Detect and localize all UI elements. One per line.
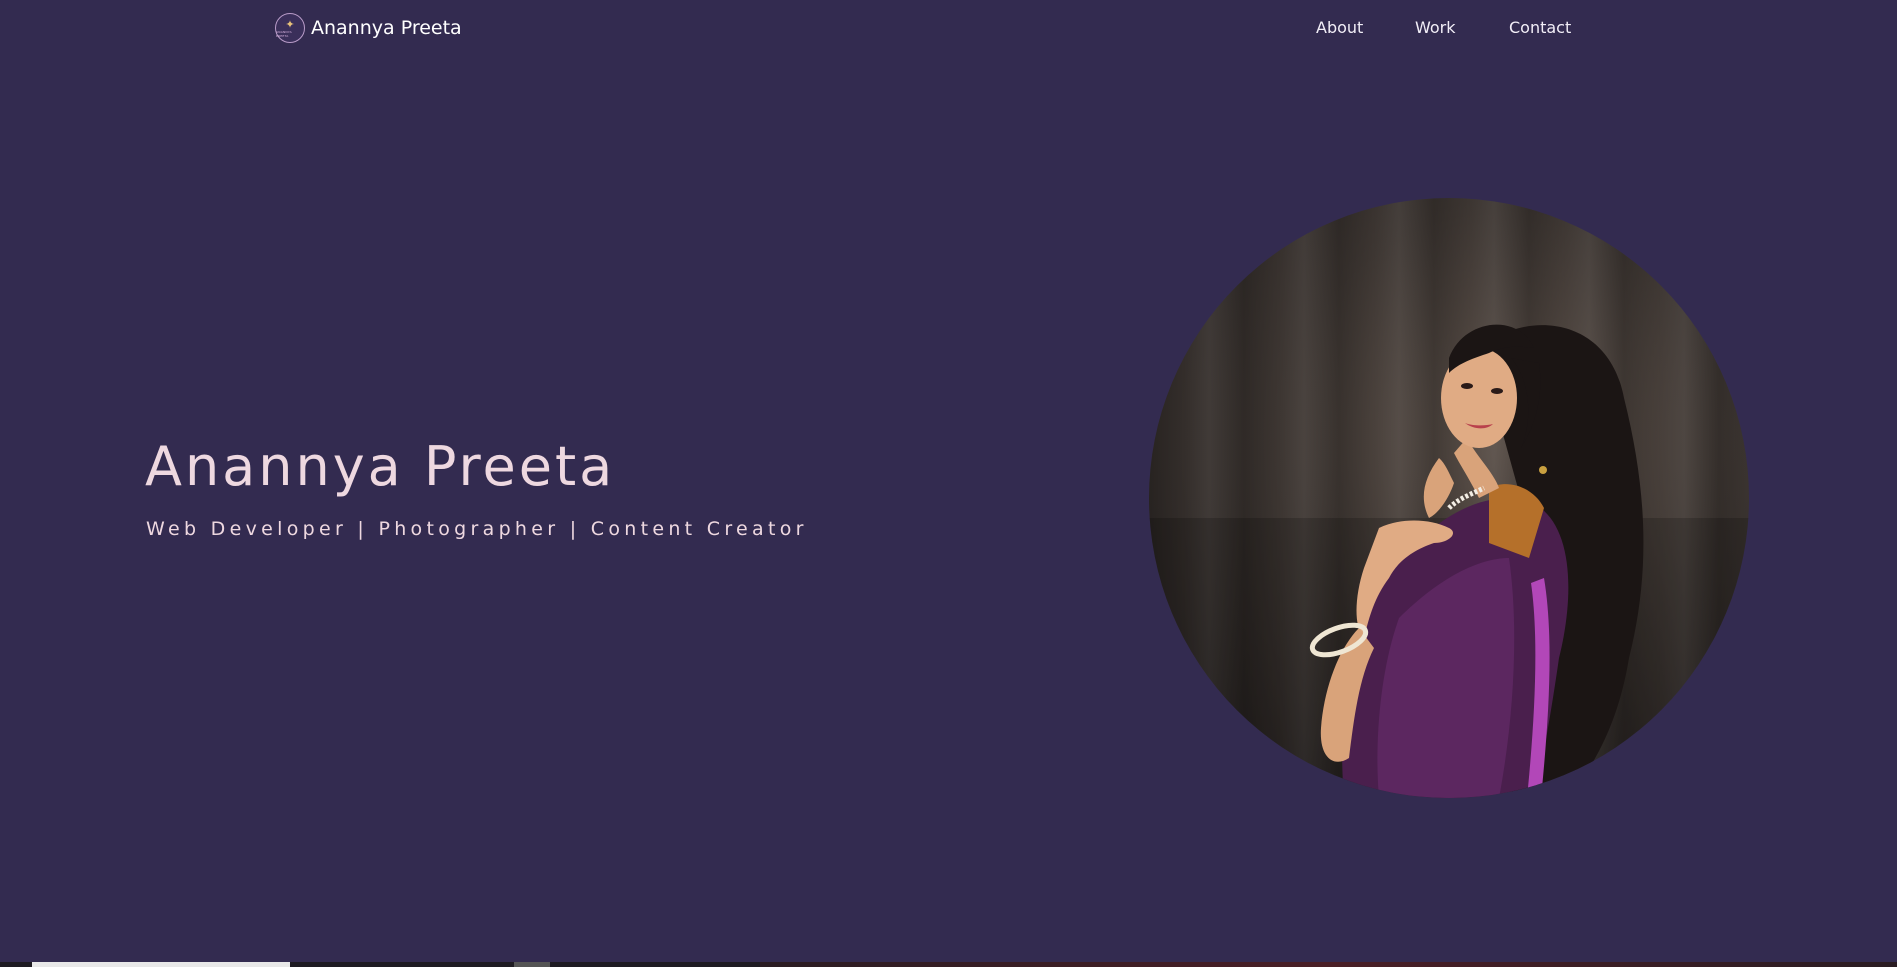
bottom-strip [0, 962, 1897, 967]
nav-link-work[interactable]: Work [1415, 18, 1456, 37]
navbar: ✦ ANANNYA PREETA Anannya Preeta About Wo… [0, 0, 1897, 56]
nav-link-about[interactable]: About [1316, 18, 1363, 37]
hero-name: Anannya Preeta [145, 435, 616, 498]
bottom-strip-segment [514, 962, 550, 967]
bottom-strip-segment [32, 962, 290, 967]
nav-link-contact[interactable]: Contact [1509, 18, 1571, 37]
portrait-figure [1149, 324, 1749, 798]
portrait-photo [1149, 198, 1749, 798]
nav-links: About Work Contact [0, 18, 1897, 42]
hero-tagline: Web Developer | Photographer | Content C… [146, 518, 808, 540]
bottom-strip-segment [760, 962, 1897, 967]
